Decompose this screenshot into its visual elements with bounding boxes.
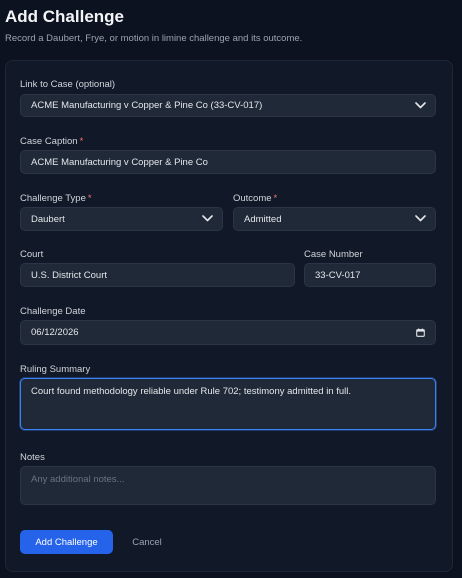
chevron-down-icon <box>415 215 426 222</box>
required-mark: * <box>87 193 92 204</box>
outcome-label: Outcome * <box>233 193 278 204</box>
case-caption-input[interactable]: ACME Manufacturing v Copper & Pine Co <box>20 150 436 174</box>
challenge-date-value: 06/12/2026 <box>31 327 79 338</box>
chevron-down-icon <box>415 101 426 108</box>
case-number-label: Case Number <box>304 249 363 260</box>
court-input[interactable]: U.S. District Court <box>20 263 295 287</box>
challenge-type-value: Daubert <box>31 213 65 225</box>
challenge-date-input[interactable]: 06/12/2026 <box>20 320 436 345</box>
calendar-icon[interactable] <box>416 327 425 337</box>
required-mark: * <box>79 136 84 147</box>
add-challenge-button[interactable]: Add Challenge <box>20 530 113 554</box>
challenge-date-label: Challenge Date <box>20 306 86 317</box>
ruling-summary-label: Ruling Summary <box>20 364 91 375</box>
cancel-button[interactable]: Cancel <box>117 530 177 554</box>
notes-textarea[interactable]: Any additional notes... <box>20 466 436 505</box>
outcome-value: Admitted <box>244 213 282 225</box>
challenge-type-label: Challenge Type * <box>20 193 92 204</box>
case-caption-label: Case Caption * <box>20 136 84 147</box>
required-mark: * <box>273 193 278 204</box>
page-subtitle: Record a Daubert, Frye, or motion in lim… <box>5 33 303 44</box>
chevron-down-icon <box>202 215 213 222</box>
outcome-select[interactable]: Admitted <box>233 207 436 231</box>
ruling-summary-value: Court found methodology reliable under R… <box>31 386 352 397</box>
notes-label: Notes <box>20 452 45 463</box>
ruling-summary-textarea[interactable]: Court found methodology reliable under R… <box>20 378 436 430</box>
link-case-label: Link to Case (optional) <box>20 79 116 90</box>
challenge-type-select[interactable]: Daubert <box>20 207 223 231</box>
case-number-input[interactable]: 33-CV-017 <box>304 263 436 287</box>
page-title: Add Challenge <box>5 7 125 26</box>
case-number-value: 33-CV-017 <box>315 269 361 281</box>
case-caption-value: ACME Manufacturing v Copper & Pine Co <box>31 156 208 168</box>
link-case-select[interactable]: ACME Manufacturing v Copper & Pine Co (3… <box>20 94 436 117</box>
link-case-value: ACME Manufacturing v Copper & Pine Co (3… <box>31 100 263 111</box>
court-value: U.S. District Court <box>31 269 108 281</box>
notes-placeholder: Any additional notes... <box>31 474 125 485</box>
court-label: Court <box>20 249 44 260</box>
